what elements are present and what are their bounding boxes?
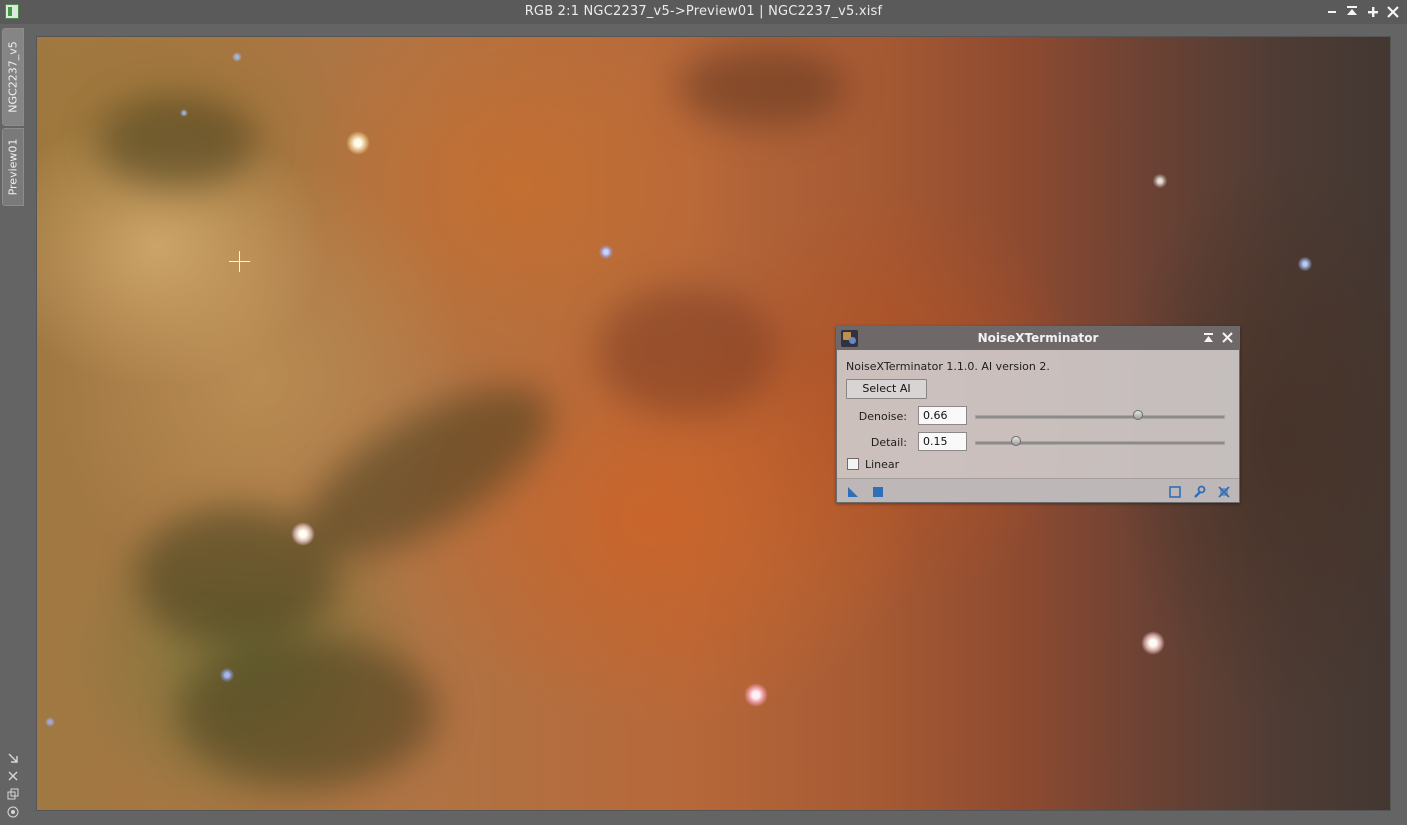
dust-lane [677, 47, 847, 127]
detail-slider[interactable] [975, 435, 1225, 449]
detail-input[interactable] [918, 432, 967, 451]
collapse-icon [1204, 333, 1213, 342]
copy-icon[interactable] [6, 787, 20, 801]
select-ai-button[interactable]: Select AI [846, 379, 927, 399]
maximize-button[interactable] [1364, 3, 1382, 21]
star [744, 683, 768, 707]
linear-checkbox[interactable] [847, 458, 859, 470]
minimize-icon [1328, 11, 1336, 13]
tab-main-view[interactable]: NGC2237_v5 [2, 28, 24, 126]
settings-icon[interactable] [6, 805, 20, 819]
close-icon [1387, 6, 1399, 18]
star [1298, 257, 1312, 271]
slider-track [975, 415, 1225, 419]
star [346, 131, 370, 155]
new-instance-icon[interactable] [846, 484, 860, 498]
denoise-slider[interactable] [975, 409, 1225, 423]
linear-label: Linear [865, 458, 900, 471]
dust-lane [597, 287, 777, 417]
apply-square-icon[interactable] [871, 484, 885, 498]
star [180, 109, 188, 117]
denoise-label: Denoise: [858, 410, 907, 423]
star [232, 52, 242, 62]
dust-lane [177, 637, 437, 787]
star [1153, 174, 1167, 188]
collapse-icon [1347, 6, 1357, 15]
wrench-icon[interactable] [1192, 484, 1206, 498]
plus-icon [1368, 7, 1378, 17]
dialog-shade-button[interactable] [1201, 330, 1217, 346]
star [1141, 631, 1165, 655]
fit-icon[interactable] [6, 769, 20, 783]
star [45, 717, 55, 727]
version-text: NoiseXTerminator 1.1.0. AI version 2. [846, 360, 1050, 373]
noisexterminator-dialog: NoiseXTerminator NoiseXTerminator 1.1.0.… [836, 326, 1240, 503]
dialog-close-button[interactable] [1220, 330, 1236, 346]
arrow-icon[interactable] [6, 751, 20, 765]
dialog-title-bar[interactable]: NoiseXTerminator [837, 327, 1239, 350]
browse-documentation-icon[interactable] [1168, 484, 1182, 498]
shade-button[interactable] [1323, 3, 1341, 21]
view-tab-strip: NGC2237_v5 Preview01 [0, 24, 26, 825]
star [220, 668, 234, 682]
detail-label: Detail: [870, 436, 907, 449]
denoise-input[interactable] [918, 406, 967, 425]
close-icon [1222, 332, 1233, 343]
dust-lane [97, 97, 257, 187]
dialog-bottom-bar [837, 478, 1239, 502]
crosshair-cursor [229, 251, 250, 272]
window-title: RGB 2:1 NGC2237_v5->Preview01 | NGC2237_… [524, 4, 883, 19]
dialog-title: NoiseXTerminator [977, 331, 1099, 345]
tab-label: NGC2237_v5 [6, 41, 20, 113]
reset-icon[interactable] [1217, 484, 1231, 498]
collapse-button[interactable] [1343, 3, 1361, 21]
tab-label: Preview01 [6, 138, 20, 196]
title-bar: RGB 2:1 NGC2237_v5->Preview01 | NGC2237_… [0, 0, 1407, 24]
star [599, 245, 613, 259]
close-button[interactable] [1384, 3, 1402, 21]
slider-handle[interactable] [1011, 436, 1021, 446]
tab-preview[interactable]: Preview01 [2, 128, 24, 206]
star [291, 522, 315, 546]
